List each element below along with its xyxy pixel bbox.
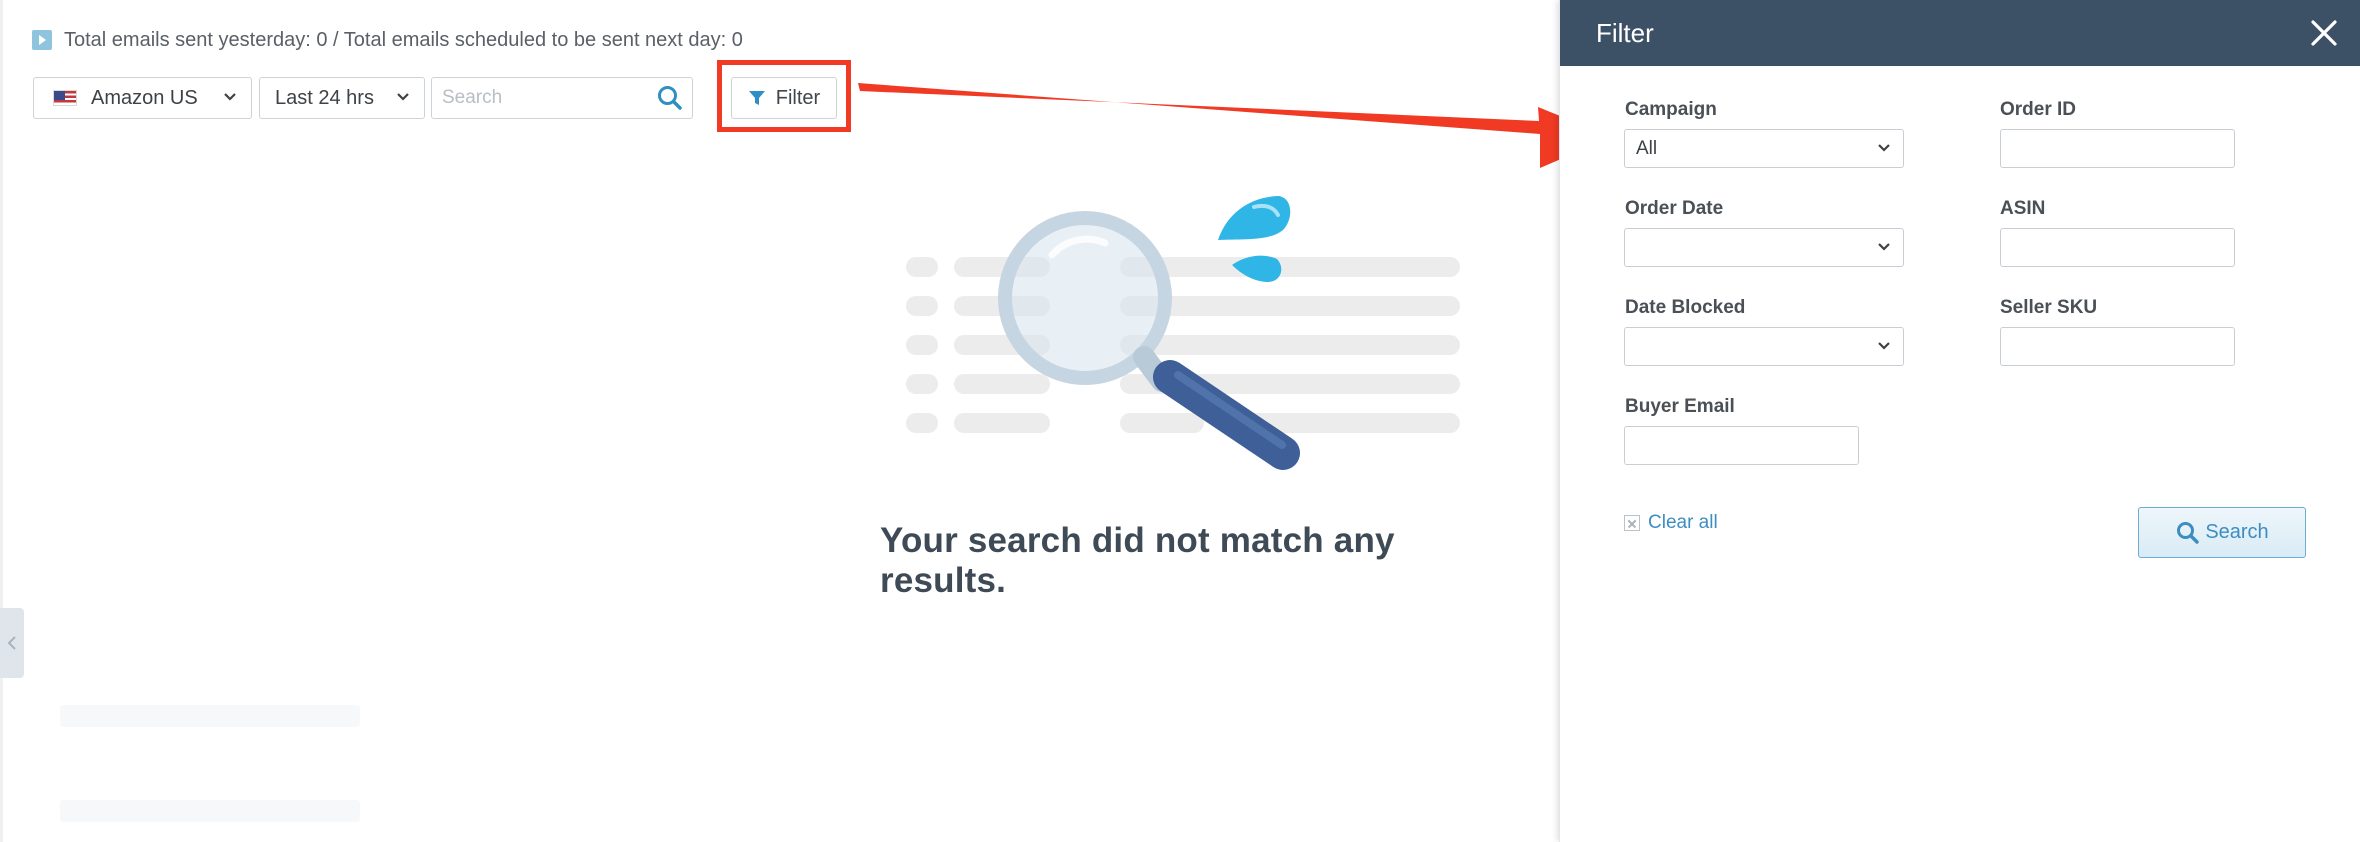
clear-all-label: Clear all: [1648, 512, 1718, 533]
filter-panel: Filter: [1559, 0, 2360, 842]
campaign-value: All: [1636, 137, 1658, 159]
seller-sku-label: Seller SKU: [2000, 297, 2098, 318]
search-icon: [2177, 521, 2200, 544]
order-date-select[interactable]: [1624, 228, 1904, 267]
buyer-email-input[interactable]: [1624, 426, 1859, 465]
campaign-label: Campaign: [1625, 99, 1717, 120]
date-blocked-label: Date Blocked: [1625, 297, 1746, 318]
seller-sku-input[interactable]: [2000, 327, 2235, 366]
clear-all-link[interactable]: Clear all: [1624, 512, 1718, 534]
faded-row: [60, 705, 360, 727]
date-blocked-select[interactable]: [1624, 327, 1904, 366]
annotation-arrow: [858, 83, 1612, 168]
buyer-email-label: Buyer Email: [1625, 396, 1735, 417]
empty-state-message: Your search did not match any results.: [880, 521, 1395, 600]
campaign-select[interactable]: All: [1624, 129, 1904, 168]
filter-panel-title: Filter: [1596, 17, 1654, 48]
filter-search-button[interactable]: Search: [2138, 507, 2306, 558]
filter-panel-header: Filter: [1560, 0, 2360, 66]
filter-search-label: Search: [2205, 521, 2269, 543]
order-id-label: Order ID: [2000, 99, 2077, 120]
close-icon[interactable]: [2308, 17, 2340, 49]
asin-input[interactable]: [2000, 228, 2235, 267]
chevron-down-icon: [1878, 342, 1890, 350]
chevron-left-icon: [7, 636, 16, 650]
clear-x-icon: [1624, 515, 1640, 531]
order-id-input[interactable]: [2000, 129, 2235, 168]
empty-search-illustration: [906, 196, 1460, 470]
order-date-label: Order Date: [1625, 198, 1724, 219]
asin-label: ASIN: [2000, 198, 2046, 219]
sidebar-collapse-handle[interactable]: [0, 608, 24, 678]
chevron-down-icon: [1878, 243, 1890, 251]
faded-row: [60, 800, 360, 822]
chevron-down-icon: [1878, 144, 1890, 152]
